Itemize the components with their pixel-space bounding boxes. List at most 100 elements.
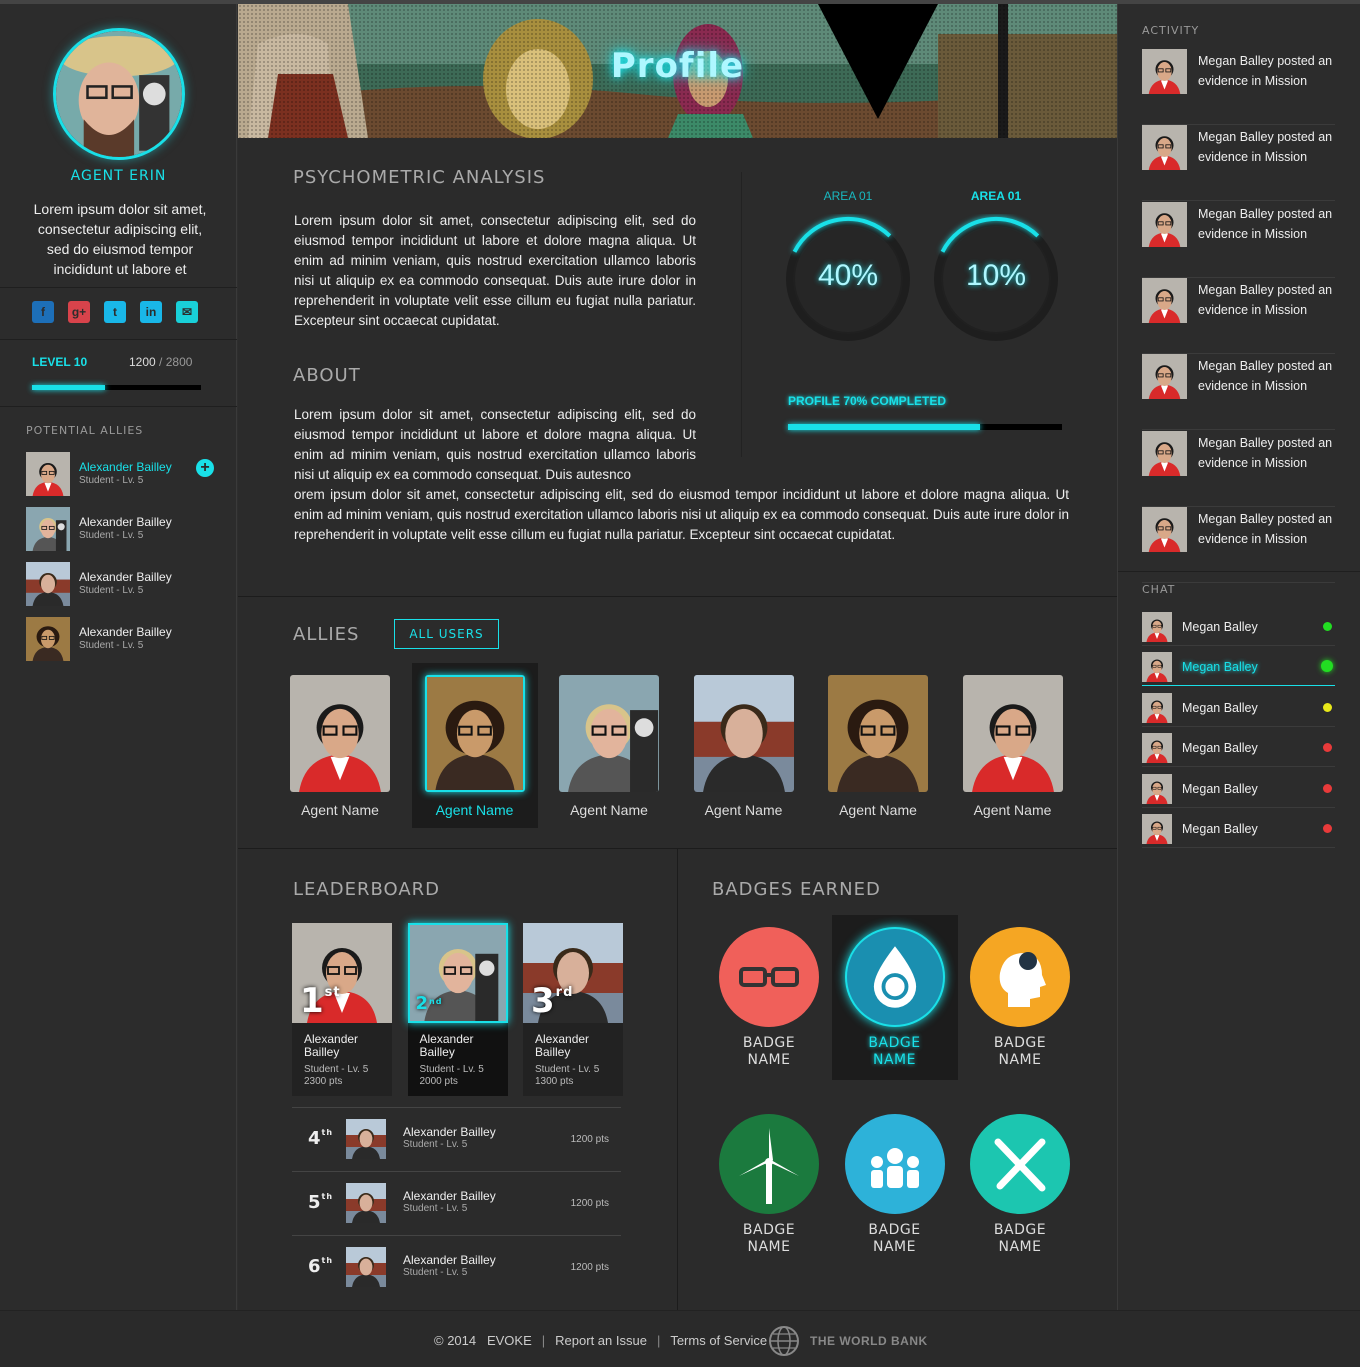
- activity-item[interactable]: Megan Balley posted an evidence in Missi…: [1142, 201, 1335, 278]
- chat-contact[interactable]: Megan Balley: [1142, 606, 1335, 646]
- fork-knife-icon: [994, 1138, 1046, 1192]
- leader-name: Alexander Bailley: [304, 1032, 359, 1059]
- rank-suffix: st: [324, 985, 341, 1000]
- glasses-icon: [739, 967, 799, 987]
- leaderboard-top-card[interactable]: 3rd Alexander Bailley Student - Lv. 5 130…: [523, 923, 623, 1096]
- badge-name-line: BADGE: [868, 1222, 921, 1238]
- add-ally-icon[interactable]: +: [196, 459, 214, 477]
- rank-value: 5: [308, 1192, 322, 1213]
- leader-level: Student - Lv. 5: [403, 1267, 468, 1278]
- ally-card[interactable]: Agent Name: [411, 663, 538, 828]
- ally-name: Agent Name: [301, 802, 379, 818]
- avatar-photo-icon: [1142, 612, 1172, 642]
- chat-contact[interactable]: Megan Balley: [1142, 808, 1335, 848]
- column-divider: [741, 172, 742, 457]
- report-issue-link[interactable]: Report an Issue: [555, 1333, 647, 1348]
- activity-item[interactable]: Megan Balley posted an evidence in Missi…: [1142, 277, 1335, 354]
- terms-link[interactable]: Terms of Service: [670, 1333, 767, 1348]
- badge-name-line: NAME: [998, 1239, 1042, 1255]
- badge[interactable]: BADGE NAME: [832, 1102, 958, 1267]
- ally-photo: [559, 675, 659, 792]
- allies-title: ALLIES: [293, 624, 360, 645]
- activity-item[interactable]: Megan Balley posted an evidence in Missi…: [1142, 49, 1335, 125]
- email-icon[interactable]: ✉: [176, 301, 198, 323]
- rank-value: 3: [531, 981, 556, 1021]
- activity-text: Megan Balley posted an evidence in Missi…: [1198, 282, 1333, 317]
- profile-avatar[interactable]: [53, 28, 185, 160]
- rank-number: 3rd: [531, 981, 573, 1021]
- xp-current: 1200: [129, 355, 156, 369]
- avatar-photo-icon: [26, 507, 70, 551]
- chat-contact[interactable]: Megan Balley: [1142, 727, 1335, 768]
- ally-level: Student - Lv. 5: [79, 585, 144, 596]
- badge[interactable]: BADGE NAME: [706, 1102, 832, 1267]
- profile-completion-bar: [788, 424, 1062, 430]
- brand-link[interactable]: EVOKE: [487, 1333, 532, 1348]
- leaderboard-row[interactable]: 5th Alexander Bailley Student - Lv. 5 12…: [292, 1171, 621, 1235]
- area-value: 40%: [817, 259, 879, 292]
- rank-value: 6: [308, 1256, 322, 1277]
- ally-card[interactable]: Agent Name: [546, 663, 672, 828]
- rank-suffix: th: [321, 1192, 334, 1201]
- status-dot-icon: [1323, 783, 1332, 793]
- potential-ally-item[interactable]: Alexander Bailley Student - Lv. 5: [26, 507, 226, 553]
- badge[interactable]: BADGE NAME: [957, 1102, 1083, 1267]
- leaderboard-top-card[interactable]: 1st Alexander Bailley Student - Lv. 5 230…: [292, 923, 392, 1096]
- rank-number: 5th: [308, 1192, 333, 1213]
- twitter-icon[interactable]: t: [104, 301, 126, 323]
- avatar: [1142, 49, 1187, 94]
- chat-contact[interactable]: Megan Balley: [1142, 646, 1335, 687]
- leaderboard-row[interactable]: 4th Alexander Bailley Student - Lv. 5 12…: [292, 1107, 621, 1171]
- about-text-wide: orem ipsum dolor sit amet, consectetur a…: [294, 487, 1069, 542]
- avatar: [1142, 733, 1172, 764]
- potential-ally-item[interactable]: Alexander Bailley Student - Lv. 5: [26, 562, 226, 608]
- chat-contact[interactable]: Megan Balley: [1142, 687, 1335, 727]
- rank-number: 6th: [308, 1256, 333, 1277]
- avatar: [1142, 692, 1172, 723]
- chat-contact[interactable]: Megan Balley: [1142, 768, 1335, 808]
- activity-item[interactable]: Megan Balley posted an evidence in Missi…: [1142, 430, 1335, 507]
- world-bank-globe-icon: [769, 1326, 799, 1356]
- right-sidebar: ACTIVITY Megan Balley posted an evidence…: [1117, 4, 1360, 1310]
- avatar-photo-icon: [1142, 49, 1187, 94]
- leader-level: Student - Lv. 5: [403, 1203, 468, 1214]
- avatar-photo-icon: [1142, 692, 1172, 723]
- world-bank-logo-text[interactable]: THE WORLD BANK: [810, 1334, 928, 1348]
- chat-title: CHAT: [1142, 583, 1176, 596]
- badge-name-line: NAME: [747, 1052, 791, 1068]
- badge[interactable]: BADGE NAME: [706, 915, 832, 1080]
- all-users-button[interactable]: ALL USERS: [394, 619, 499, 649]
- rank-suffix: nd: [429, 997, 443, 1006]
- badge[interactable]: BADGE NAME: [957, 915, 1083, 1080]
- potential-ally-item[interactable]: Alexander Bailley Student - Lv. 5: [26, 617, 226, 663]
- ally-card[interactable]: Agent Name: [681, 663, 807, 828]
- leader-points: 1300 pts: [535, 1076, 574, 1087]
- linkedin-icon[interactable]: in: [140, 301, 162, 323]
- ally-card[interactable]: Agent Name: [815, 663, 941, 828]
- ally-card[interactable]: Agent Name: [950, 663, 1076, 828]
- facebook-icon[interactable]: f: [32, 301, 54, 323]
- leader-level: Student - Lv. 5: [535, 1064, 600, 1075]
- badge-name: BADGE NAME: [706, 1035, 832, 1069]
- ally-photo-icon: [693, 675, 794, 792]
- rank-value: 1: [300, 981, 325, 1021]
- footer: © 2014 EVOKE | Report an Issue | Terms o…: [0, 1310, 1360, 1367]
- leaderboard-row[interactable]: 6th Alexander Bailley Student - Lv. 5 12…: [292, 1235, 621, 1299]
- badge[interactable]: BADGE NAME: [831, 915, 958, 1080]
- ally-level: Student - Lv. 5: [79, 530, 144, 541]
- badge-name-line: NAME: [998, 1052, 1042, 1068]
- badge-name-line: NAME: [747, 1239, 791, 1255]
- avatar: [1142, 773, 1172, 804]
- activity-item[interactable]: Megan Balley posted an evidence in Missi…: [1142, 354, 1335, 431]
- google-plus-icon[interactable]: g+: [68, 301, 90, 323]
- potential-allies-title: POTENTIAL ALLIES: [26, 424, 144, 437]
- ally-photo-icon: [290, 675, 390, 792]
- leaderboard-top-card[interactable]: 2nd Alexander Bailley Student - Lv. 5 200…: [407, 923, 508, 1096]
- ally-card[interactable]: Agent Name: [277, 663, 403, 828]
- psychometric-title: PSYCHOMETRIC ANALYSIS: [293, 167, 546, 188]
- potential-ally-item[interactable]: Alexander Bailley Student - Lv. 5 +: [26, 452, 226, 498]
- activity-item[interactable]: Megan Balley posted an evidence in Missi…: [1142, 125, 1335, 202]
- level-label: LEVEL 10: [32, 355, 88, 369]
- avatar-photo-icon: [1142, 814, 1172, 844]
- badge-name: BADGE NAME: [706, 1222, 832, 1256]
